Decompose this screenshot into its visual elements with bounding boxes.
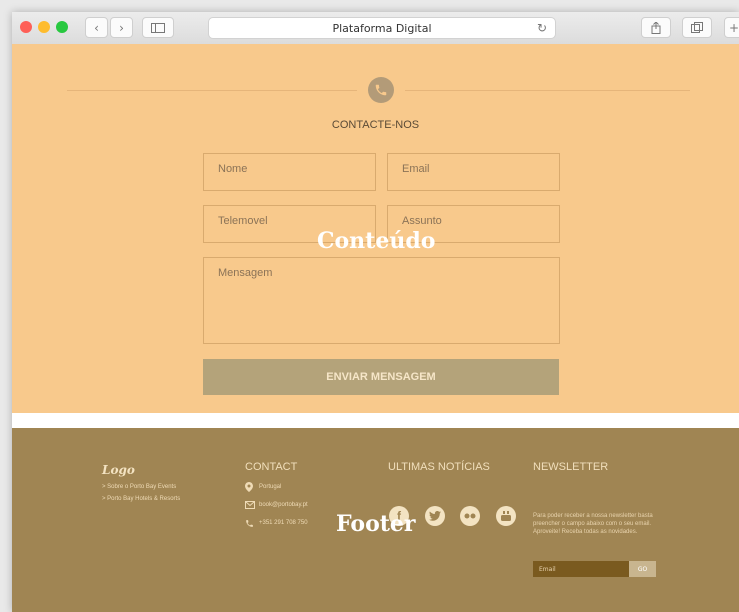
footer-link-hotels[interactable]: > Porto Bay Hotels & Resorts [102,496,180,502]
location-icon [245,482,253,492]
tabs-icon [691,22,703,33]
footer-overlay-label: Footer [336,511,416,537]
minimize-button[interactable] [38,21,50,33]
youtube-icon[interactable] [496,506,516,526]
footer-location: Portugal [259,484,282,490]
browser-toolbar: ‹ › Plataforma Digital ↻ + [12,12,739,45]
phone-placeholder: Telemovel [218,215,268,227]
footer-section: Logo > Sobre o Porto Bay Events > Porto … [12,428,739,612]
twitter-icon[interactable] [425,506,445,526]
address-bar[interactable]: Plataforma Digital ↻ [208,17,556,39]
plus-icon: + [728,20,739,35]
newsletter-column-title: NEWSLETTER [533,461,609,473]
subject-placeholder: Assunto [402,215,442,227]
new-tab-button[interactable]: + [724,17,739,38]
forward-button[interactable]: › [110,17,133,38]
name-field[interactable]: Nome [203,153,376,191]
newsletter-placeholder: Email [539,565,556,573]
newsletter-email-input[interactable]: Email [533,561,629,577]
footer-phone: +351 291 708 750 [259,520,308,526]
contact-column-title: CONTACT [245,461,298,473]
footer-link-events[interactable]: > Sobre o Porto Bay Events [102,484,176,490]
section-separator [12,413,739,428]
email-placeholder: Email [402,163,430,175]
newsletter-go-button[interactable]: GO [629,561,656,577]
divider-right [405,90,690,91]
contact-title: CONTACTE-NOS [331,119,420,131]
tabs-button[interactable] [682,17,712,38]
zoom-button[interactable] [56,21,68,33]
name-placeholder: Nome [218,163,248,175]
content-section: CONTACTE-NOS Nome Email Telemovel Assunt… [12,44,739,413]
divider-left [67,90,357,91]
chevron-right-icon: › [119,20,124,35]
flickr-icon[interactable] [460,506,480,526]
submit-button[interactable]: ENVIAR MENSAGEM [203,359,559,395]
email-field[interactable]: Email [387,153,560,191]
share-button[interactable] [641,17,671,38]
message-placeholder: Mensagem [218,267,273,279]
chevron-left-icon: ‹ [94,20,99,35]
back-button[interactable]: ‹ [85,17,108,38]
footer-logo: Logo [102,463,135,477]
sidebar-icon [151,22,165,33]
mail-icon [245,501,255,509]
page-title: Plataforma Digital [332,21,432,35]
close-button[interactable] [20,21,32,33]
news-column-title: ULTIMAS NOTÍCIAS [388,461,490,473]
share-icon [651,21,661,34]
content-overlay-label: Conteúdo [317,228,436,254]
sidebar-button[interactable] [142,17,174,38]
message-field[interactable]: Mensagem [203,257,560,344]
phone-small-icon [246,520,253,527]
browser-window: ‹ › Plataforma Digital ↻ + CONTACTE-NOS [12,12,739,612]
newsletter-description: Para poder receber a nossa newsletter ba… [533,513,653,535]
phone-icon [368,77,394,103]
footer-email[interactable]: book@portobay.pt [259,502,308,508]
reload-icon[interactable]: ↻ [537,21,547,35]
